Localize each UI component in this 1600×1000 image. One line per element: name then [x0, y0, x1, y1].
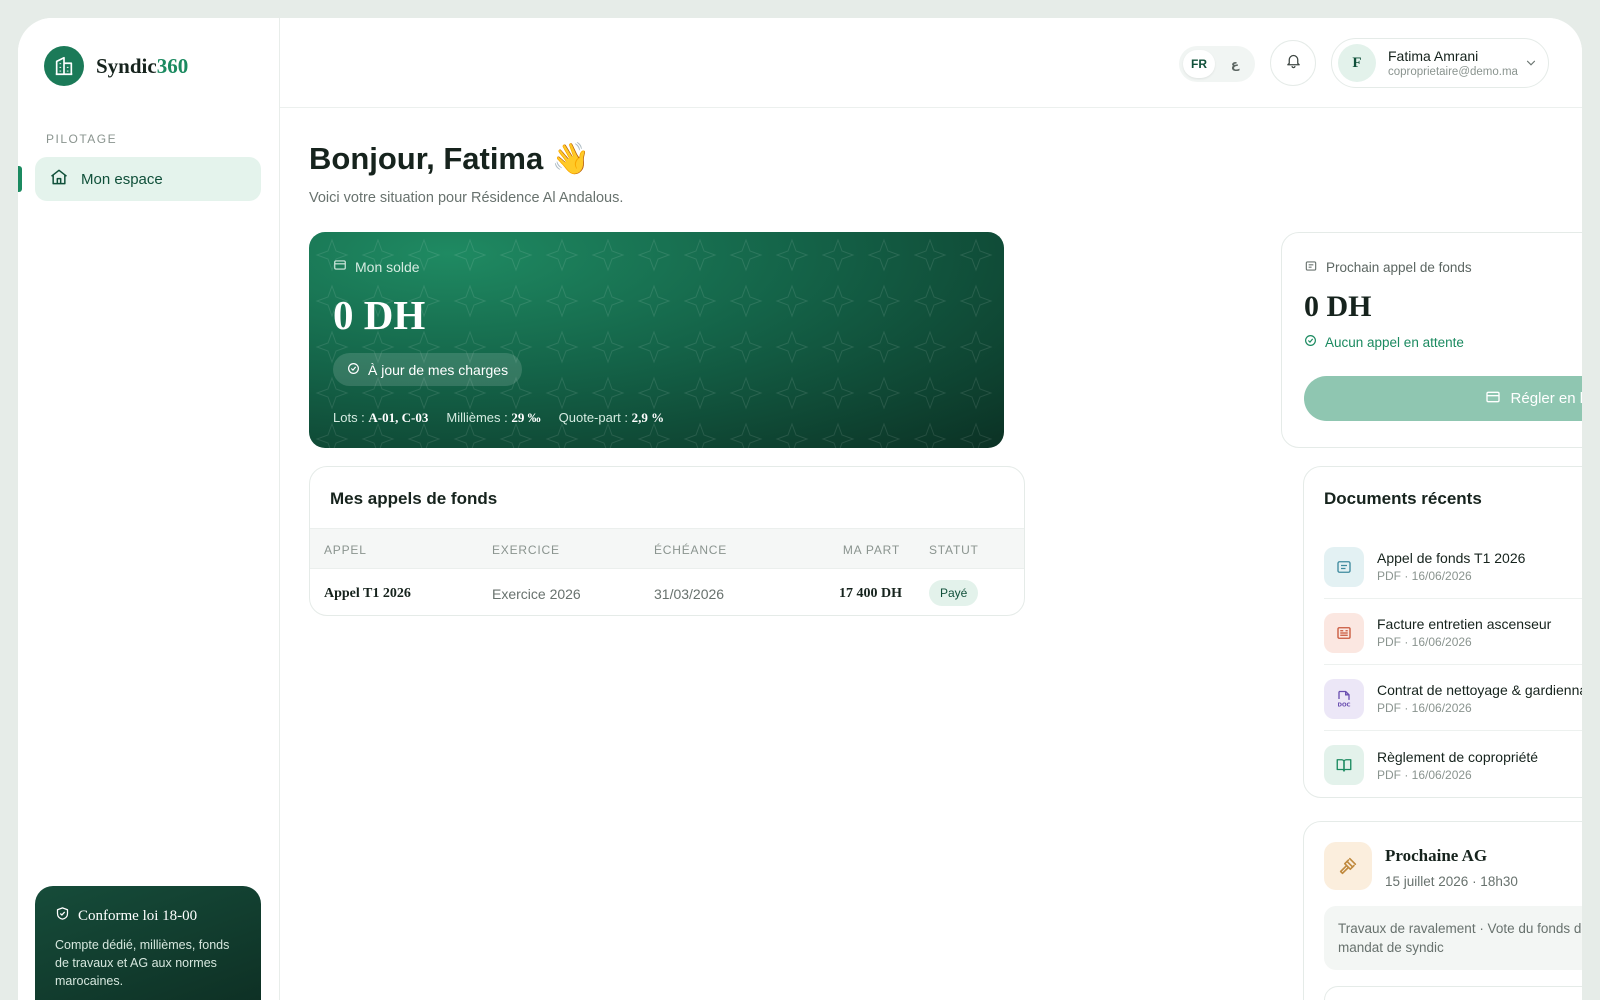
credit-card-icon — [1485, 389, 1501, 409]
balance-status-badge: À jour de mes charges — [333, 353, 523, 386]
ag-date: 15 juillet 2026 · 18h30 — [1385, 874, 1518, 889]
table-header: APPEL EXERCICE ÉCHÉANCE MA PART STATUT — [310, 528, 1024, 569]
avatar: F — [1338, 44, 1376, 82]
building-icon — [44, 46, 84, 86]
wallet-icon — [333, 258, 347, 275]
balance-label: Mon solde — [355, 258, 420, 275]
funds-calls-table: Mes appels de fonds APPEL EXERCICE ÉCHÉA… — [309, 466, 1025, 616]
book-icon — [1324, 745, 1364, 785]
column-header[interactable]: ÉCHÉANCE — [654, 543, 727, 557]
check-circle-icon — [347, 362, 360, 378]
app-frame: Syndic360 PILOTAGE Mon espace Conforme l… — [18, 18, 1582, 1000]
receipt-icon — [1324, 546, 1364, 587]
table-row[interactable]: Appel T1 2026 Exercice 2026 31/03/2026 1… — [310, 569, 1024, 615]
cell-echeance: 31/03/2026 — [654, 586, 725, 602]
pay-online-button[interactable]: Régler en ligne — [1304, 376, 1582, 421]
waving-hand-icon: 👋 — [551, 141, 591, 176]
page-title: Bonjour, Fatima 👋 — [309, 141, 591, 176]
list-item[interactable]: Règlement de copropriété PDF · 16/06/202… — [1324, 733, 1582, 797]
balance-card: Mon solde 0 DH À jour de mes charges Lot… — [309, 232, 1004, 448]
document-meta: PDF · 16/06/2026 — [1377, 569, 1472, 583]
topbar: FR ع F Fatima Amrani coproprietaire@demo… — [280, 18, 1582, 108]
brand[interactable]: Syndic360 — [44, 46, 188, 86]
column-header[interactable]: MA PART — [843, 543, 900, 557]
next-call-status: Aucun appel en attente — [1304, 334, 1582, 350]
nav-active-indicator — [18, 166, 22, 192]
balance-value: 0 DH — [333, 292, 426, 338]
ag-agenda: Travaux de ravalement · Vote du fonds de… — [1324, 906, 1582, 970]
lang-ar-button[interactable]: ع — [1219, 50, 1251, 78]
balance-meta: Lots : A-01, C-03 Millièmes : 29 ‰ Quote… — [333, 410, 980, 426]
user-menu[interactable]: F Fatima Amrani coproprietaire@demo.ma — [1331, 38, 1549, 88]
chevron-down-icon — [1524, 56, 1538, 75]
page-subtitle: Voici votre situation pour Résidence Al … — [309, 190, 624, 206]
ag-title: Prochaine AG — [1385, 846, 1488, 865]
document-title: Règlement de copropriété — [1377, 748, 1539, 765]
sidebar-item-label: Mon espace — [81, 170, 163, 188]
compliance-card: Conforme loi 18-00 Compte dédié, millièm… — [35, 886, 261, 1000]
milliemes-info: Millièmes : 29 ‰ — [446, 410, 541, 425]
list-item[interactable]: Appel de fonds T1 2026 PDF · 16/06/2026 — [1324, 535, 1582, 599]
next-ag-card: Prochaine AG 15 juillet 2026 · 18h30 Tra… — [1303, 821, 1582, 1000]
svg-text:DOC: DOC — [1337, 702, 1350, 708]
compliance-text: Compte dédié, millièmes, fonds de travau… — [55, 938, 230, 988]
status-badge: Payé — [929, 580, 979, 606]
next-call-value: 0 DH — [1304, 290, 1372, 323]
language-switch: FR ع — [1179, 46, 1255, 82]
ag-action-area[interactable] — [1324, 986, 1582, 1000]
main-content: FR ع F Fatima Amrani coproprietaire@demo… — [280, 18, 1582, 1000]
gavel-icon — [1324, 842, 1372, 890]
documents-title: Documents récents — [1324, 489, 1482, 508]
brand-name: Syndic360 — [96, 53, 189, 78]
check-circle-icon — [1304, 334, 1317, 350]
list-item[interactable]: Facture entretien ascenseur PDF · 16/06/… — [1324, 601, 1582, 665]
shield-check-icon — [55, 906, 70, 926]
column-header[interactable]: EXERCICE — [492, 543, 560, 557]
recent-documents-card: Documents récents Appel de fonds T1 2026… — [1303, 466, 1582, 798]
bell-icon — [1285, 52, 1302, 74]
home-icon — [49, 167, 69, 191]
lots-info: Lots : A-01, C-03 — [333, 410, 429, 425]
calls-title: Mes appels de fonds — [330, 489, 498, 508]
document-meta: PDF · 16/06/2026 — [1377, 635, 1472, 649]
compliance-title: Conforme loi 18-00 — [78, 907, 198, 924]
user-name: Fatima Amrani — [1388, 48, 1479, 64]
document-title: Contrat de nettoyage & gardiennage — [1377, 682, 1582, 698]
cell-appel: Appel T1 2026 — [324, 586, 411, 601]
user-email: coproprietaire@demo.ma — [1388, 66, 1518, 78]
next-call-card: Prochain appel de fonds 0 DH Aucun appel… — [1281, 232, 1582, 448]
lang-fr-button[interactable]: FR — [1183, 50, 1215, 78]
nav-section-label: PILOTAGE — [46, 132, 118, 146]
quote-part-info: Quote-part : 2,9 % — [558, 410, 665, 425]
invoice-icon — [1324, 612, 1364, 653]
sidebar-item-mon-espace[interactable]: Mon espace — [35, 157, 261, 201]
cell-exercice: Exercice 2026 — [492, 586, 581, 602]
receipt-icon — [1304, 259, 1318, 276]
document-title: Appel de fonds T1 2026 — [1377, 550, 1526, 566]
column-header[interactable]: APPEL — [324, 543, 367, 557]
notifications-button[interactable] — [1270, 40, 1316, 86]
list-item[interactable]: DOC Contrat de nettoyage & gardiennage P… — [1324, 667, 1582, 731]
cell-ma-part: 17 400 DH — [839, 586, 902, 601]
document-meta: PDF · 16/06/2026 — [1377, 701, 1472, 715]
doc-icon: DOC — [1324, 678, 1364, 719]
sidebar: Syndic360 PILOTAGE Mon espace Conforme l… — [18, 18, 280, 1000]
column-header[interactable]: STATUT — [929, 543, 979, 557]
document-title: Facture entretien ascenseur — [1377, 616, 1552, 632]
document-meta: PDF · 16/06/2026 — [1377, 767, 1472, 782]
